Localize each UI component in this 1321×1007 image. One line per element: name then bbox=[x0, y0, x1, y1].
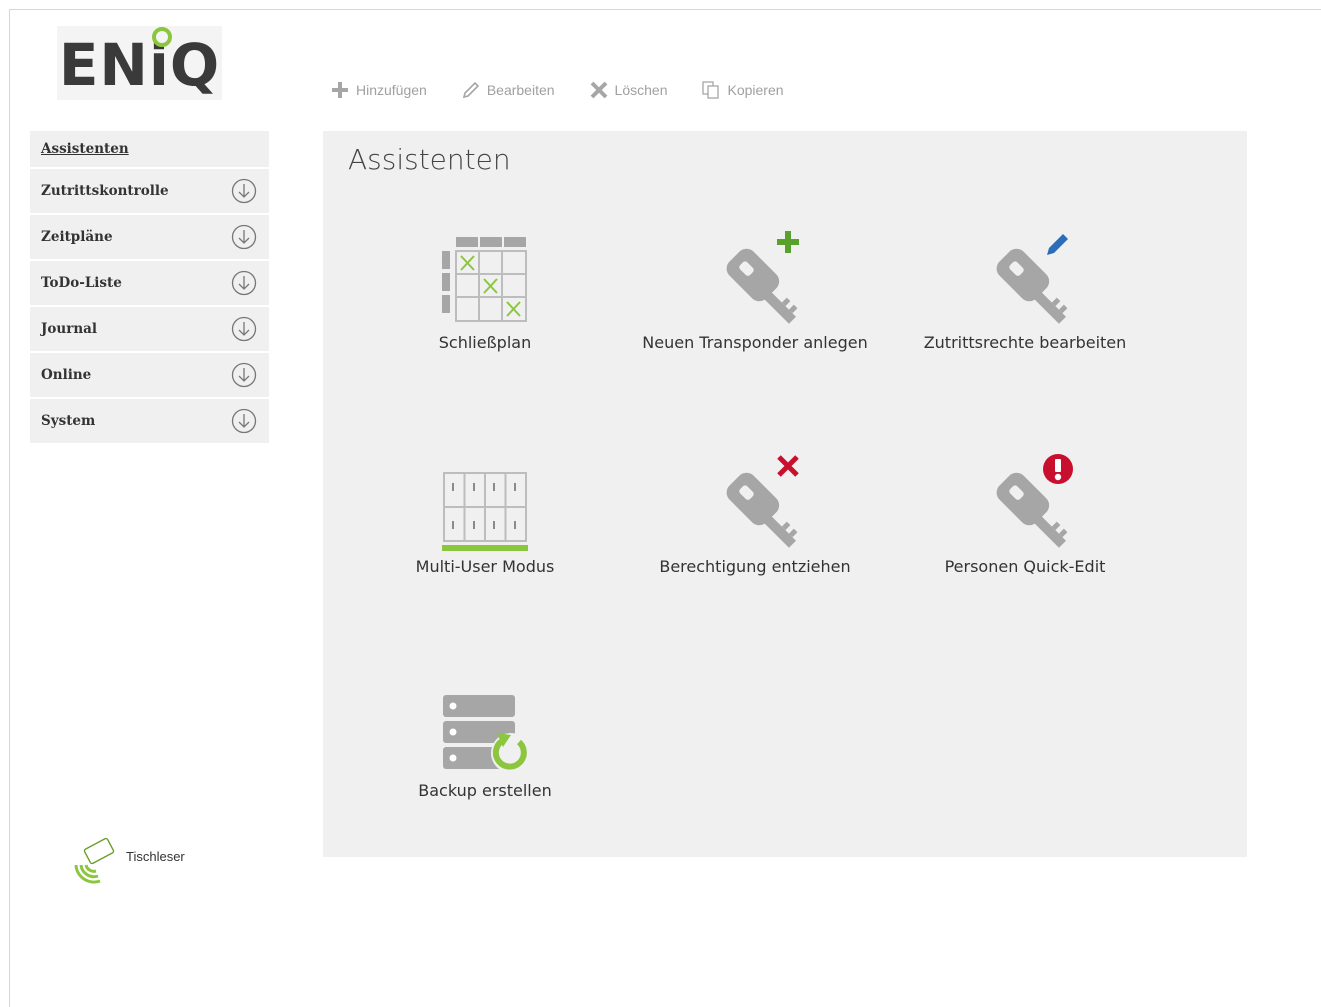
multi-user-cabinet-icon bbox=[442, 472, 528, 551]
arrow-down-circle-icon[interactable] bbox=[231, 270, 257, 296]
sidebar: Assistenten Zutrittskontrolle Zeitpläne … bbox=[30, 131, 269, 445]
arrow-down-circle-icon[interactable] bbox=[231, 362, 257, 388]
sidebar-item-assistenten[interactable]: Assistenten bbox=[30, 131, 269, 169]
x-icon bbox=[590, 81, 607, 99]
assistants-panel: Assistenten Schließplan Neuen Transponde… bbox=[323, 131, 1247, 857]
sidebar-item-label: System bbox=[41, 413, 96, 429]
tile-neuen-transponder[interactable]: Neuen Transponder anlegen bbox=[635, 219, 875, 369]
delete-button[interactable]: Löschen bbox=[589, 78, 668, 102]
key-remove-icon bbox=[726, 455, 799, 548]
plus-icon bbox=[332, 82, 348, 98]
arrow-down-circle-icon[interactable] bbox=[231, 178, 257, 204]
sidebar-item-zeitplaene[interactable]: Zeitpläne bbox=[30, 215, 269, 261]
card-reader-icon bbox=[74, 837, 115, 884]
arrow-down-circle-icon[interactable] bbox=[231, 316, 257, 342]
tile-multi-user[interactable]: Multi-User Modus bbox=[365, 443, 605, 593]
copy-label: Kopieren bbox=[727, 82, 784, 98]
add-button[interactable]: Hinzufügen bbox=[330, 78, 427, 102]
arrow-down-circle-icon[interactable] bbox=[231, 408, 257, 434]
tile-backup-erstellen[interactable]: Backup erstellen bbox=[365, 667, 605, 817]
add-label: Hinzufügen bbox=[356, 82, 427, 98]
logo-dot bbox=[152, 27, 172, 47]
logo-text: ENiQ bbox=[58, 31, 221, 99]
sidebar-item-online[interactable]: Online bbox=[30, 353, 269, 399]
eniq-logo: ENiQ bbox=[57, 26, 222, 100]
tile-label: Zutrittsrechte bearbeiten bbox=[923, 333, 1127, 352]
tile-personen-quick-edit[interactable]: Personen Quick-Edit bbox=[905, 443, 1145, 593]
sidebar-item-label: Zutrittskontrolle bbox=[41, 183, 169, 199]
server-backup-icon bbox=[443, 695, 531, 773]
reader-label: Tischleser bbox=[126, 848, 185, 864]
delete-label: Löschen bbox=[614, 82, 668, 98]
sidebar-item-todo-liste[interactable]: ToDo-Liste bbox=[30, 261, 269, 307]
sidebar-item-label: ToDo-Liste bbox=[41, 275, 122, 291]
sidebar-item-label: Assistenten bbox=[41, 141, 129, 157]
sidebar-item-system[interactable]: System bbox=[30, 399, 269, 445]
edit-button[interactable]: Bearbeiten bbox=[461, 78, 555, 102]
lock-plan-grid-icon bbox=[442, 237, 527, 322]
toolbar: Hinzufügen Bearbeiten Löschen Kopieren bbox=[330, 78, 818, 102]
sidebar-item-label: Online bbox=[41, 367, 92, 383]
tile-label: Personen Quick-Edit bbox=[944, 557, 1106, 576]
tile-berechtigung-entziehen[interactable]: Berechtigung entziehen bbox=[635, 443, 875, 593]
table-reader-status[interactable]: Tischleser bbox=[72, 835, 185, 885]
tile-label: Backup erstellen bbox=[418, 781, 552, 800]
tile-label: Multi-User Modus bbox=[415, 557, 555, 576]
edit-label: Bearbeiten bbox=[486, 82, 555, 98]
sidebar-item-label: Journal bbox=[41, 321, 98, 337]
page-title: Assistenten bbox=[348, 143, 511, 176]
copy-icon bbox=[702, 81, 720, 99]
tile-label: Neuen Transponder anlegen bbox=[642, 333, 868, 352]
sidebar-item-label: Zeitpläne bbox=[41, 229, 113, 245]
pencil-icon bbox=[462, 81, 479, 99]
sidebar-item-zutrittskontrolle[interactable]: Zutrittskontrolle bbox=[30, 169, 269, 215]
arrow-down-circle-icon[interactable] bbox=[231, 224, 257, 250]
key-edit-icon bbox=[996, 234, 1068, 324]
copy-button[interactable]: Kopieren bbox=[701, 78, 784, 102]
sidebar-item-journal[interactable]: Journal bbox=[30, 307, 269, 353]
tile-schliessplan[interactable]: Schließplan bbox=[365, 219, 605, 369]
tile-zutrittsrechte[interactable]: Zutrittsrechte bearbeiten bbox=[905, 219, 1145, 369]
tile-label: Berechtigung entziehen bbox=[659, 557, 851, 576]
tile-label: Schließplan bbox=[438, 333, 532, 352]
key-alert-icon bbox=[996, 454, 1073, 548]
key-add-icon bbox=[726, 231, 799, 324]
